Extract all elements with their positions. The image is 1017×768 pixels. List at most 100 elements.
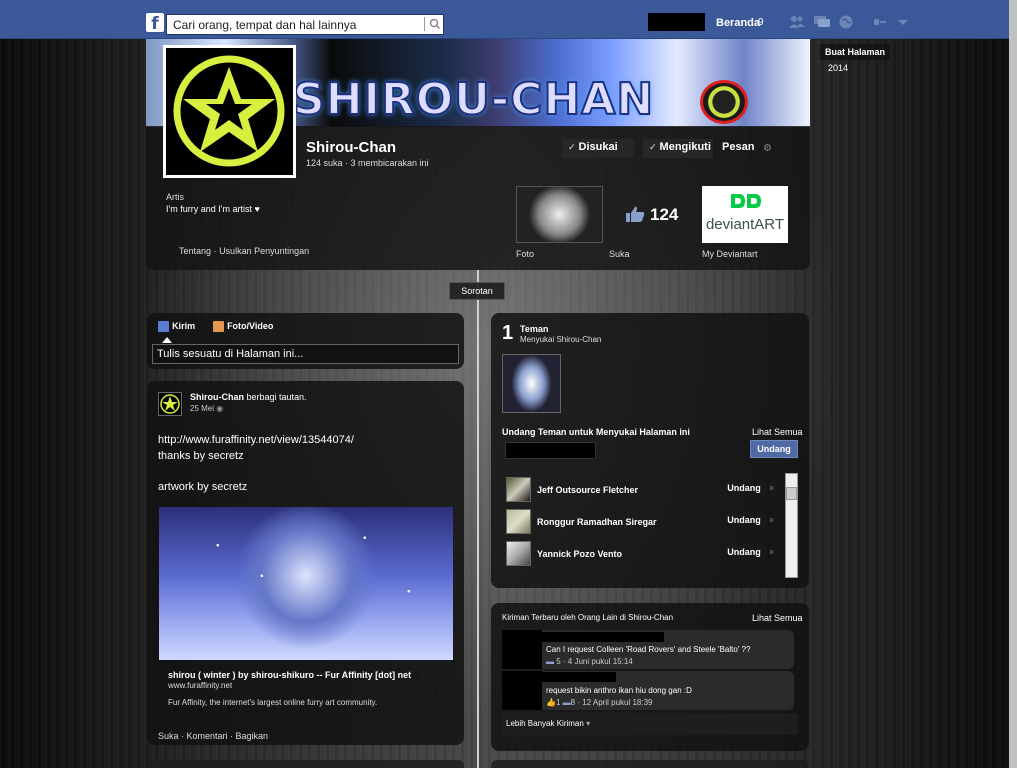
timeline-year[interactable]: 2014 bbox=[828, 63, 848, 73]
post-author-avatar[interactable] bbox=[158, 392, 182, 416]
friend-row-name[interactable]: Jeff Outsource Fletcher bbox=[537, 485, 638, 495]
like-icon: 👍 bbox=[546, 698, 556, 707]
recent-posts-title: Kiriman Terbaru oleh Orang Lain di Shiro… bbox=[502, 613, 674, 622]
invite-button[interactable]: Undang bbox=[750, 440, 798, 458]
about-separator: · bbox=[213, 246, 217, 256]
friend-row-name[interactable]: Yannick Pozo Vento bbox=[537, 549, 622, 559]
profile-picture[interactable] bbox=[163, 45, 296, 178]
camera-icon bbox=[213, 320, 224, 332]
check-icon: ✓ bbox=[649, 142, 657, 152]
photos-thumbnail[interactable] bbox=[516, 186, 603, 243]
photo-video-tab[interactable]: Foto/Video bbox=[213, 320, 273, 332]
settings-gear-icon[interactable]: ⚙ bbox=[763, 143, 772, 154]
liked-button[interactable]: ✓ Disukai bbox=[562, 139, 634, 158]
post-author-name[interactable]: Shirou-Chan bbox=[190, 392, 244, 402]
page-title[interactable]: Shirou-Chan bbox=[306, 139, 396, 156]
friend-avatar[interactable] bbox=[502, 354, 561, 413]
search-input[interactable] bbox=[166, 14, 444, 35]
recent-post-meta: ▬ 5 · 4 Juni pukul 15:14 bbox=[546, 657, 633, 666]
suggest-edit-link[interactable]: Usulkan Penyuntingan bbox=[219, 246, 309, 256]
page-category: Artis bbox=[166, 192, 184, 202]
post-action: berbagi tautan. bbox=[246, 392, 307, 402]
following-button[interactable]: ✓ Mengikuti bbox=[643, 139, 713, 158]
page-stats[interactable]: 124 suka · 3 membicarakan ini bbox=[306, 158, 429, 168]
shared-link-title[interactable]: shirou ( winter ) by shirou-shikuro -- F… bbox=[168, 670, 411, 680]
tab-pointer bbox=[162, 337, 172, 343]
recent-post-meta: 👍1 ▬8 · 12 April pukul 18:39 bbox=[546, 698, 653, 707]
deviantart-app-label[interactable]: My Deviantart bbox=[702, 249, 758, 259]
recent-post-author-redacted[interactable] bbox=[542, 672, 616, 682]
composer-input[interactable]: Tulis sesuatu di Halaman ini... bbox=[152, 344, 459, 364]
message-button[interactable]: Pesan bbox=[716, 139, 758, 158]
pencil-icon bbox=[158, 320, 169, 332]
account-dropdown-icon[interactable] bbox=[896, 14, 914, 30]
dismiss-icon[interactable]: × bbox=[769, 483, 774, 493]
chevron-down-icon: ▾ bbox=[586, 719, 591, 728]
facebook-logo-icon[interactable]: f bbox=[146, 13, 164, 34]
post-text-line: thanks by secretz bbox=[158, 450, 244, 462]
recent-post-avatar-redacted[interactable] bbox=[502, 671, 542, 710]
comment-icon: ▬ bbox=[546, 657, 554, 666]
see-all-invite-link[interactable]: Lihat Semua bbox=[752, 427, 803, 437]
next-post-card-edge bbox=[147, 760, 464, 768]
shared-link-description: Fur Affinity, the internet's largest onl… bbox=[168, 698, 378, 707]
more-posts-link[interactable]: Lebih Banyak Kiriman ▾ bbox=[502, 713, 798, 735]
dismiss-icon[interactable]: × bbox=[769, 547, 774, 557]
search-icon[interactable] bbox=[427, 16, 443, 32]
friend-row-avatar[interactable] bbox=[506, 541, 531, 566]
deviantart-app-thumbnail[interactable]: deviantART bbox=[702, 186, 788, 243]
scrollbar-thumb[interactable] bbox=[786, 487, 797, 500]
recent-post-text: request bikin anthro ikan hiu dong gan :… bbox=[546, 686, 692, 695]
home-count: 9 bbox=[758, 17, 764, 28]
post-date[interactable]: 25 Mei ◉ bbox=[190, 404, 223, 413]
friend-row-name[interactable]: Ronggur Ramadhan Siregar bbox=[537, 517, 657, 527]
recent-post-text: Can I request Colleen 'Road Rovers' and … bbox=[546, 645, 751, 654]
recent-post-author-redacted[interactable] bbox=[542, 632, 664, 642]
friend-invite-button[interactable]: Undang bbox=[723, 511, 765, 529]
recent-post-avatar-redacted[interactable] bbox=[502, 630, 542, 669]
globe-privacy-icon: ◉ bbox=[216, 404, 224, 413]
deviantart-logo-text: deviantART bbox=[705, 216, 785, 233]
thumbs-up-icon bbox=[625, 205, 647, 226]
timeline-divider bbox=[477, 270, 479, 768]
create-page-link[interactable]: Buat Halaman bbox=[820, 44, 891, 60]
search-separator bbox=[424, 17, 425, 31]
post-tab[interactable]: Kirim bbox=[158, 320, 195, 332]
post-text-line[interactable]: http://www.furaffinity.net/view/13544074… bbox=[158, 434, 354, 446]
check-icon: ✓ bbox=[568, 142, 576, 152]
friends-subtitle: Menyukai Shirou-Chan bbox=[520, 335, 602, 344]
friend-invite-button[interactable]: Undang bbox=[723, 479, 765, 497]
post-header: Shirou-Chan berbagi tautan. bbox=[190, 392, 307, 402]
friend-row-avatar[interactable] bbox=[506, 509, 531, 534]
cover-title-art: SHIROU-CHAN bbox=[292, 73, 655, 126]
photos-label[interactable]: Foto bbox=[516, 249, 534, 259]
shared-link-image[interactable] bbox=[159, 507, 453, 660]
window-scrollbar-track[interactable] bbox=[1009, 0, 1017, 768]
deviantart-logo-icon bbox=[702, 192, 788, 215]
friend-requests-icon[interactable] bbox=[788, 14, 806, 30]
likes-label[interactable]: Suka bbox=[609, 249, 630, 259]
page-description: I'm furry and I'm artist ♥ bbox=[166, 204, 260, 214]
home-link[interactable]: Beranda bbox=[716, 17, 760, 29]
friends-count: 1 bbox=[502, 322, 514, 344]
post-text-line: artwork by secretz bbox=[158, 481, 248, 493]
privacy-shortcuts-icon[interactable] bbox=[872, 14, 890, 30]
profile-name-redacted[interactable] bbox=[648, 13, 705, 31]
post-actions[interactable]: Suka · Komentari · Bagikan bbox=[158, 731, 268, 741]
friend-row-avatar[interactable] bbox=[506, 477, 531, 502]
notifications-globe-icon[interactable] bbox=[838, 14, 856, 30]
invite-search-input[interactable] bbox=[505, 442, 596, 459]
likes-count[interactable]: 124 bbox=[650, 205, 678, 225]
messages-icon[interactable] bbox=[813, 14, 831, 30]
cover-seal-emblem bbox=[700, 80, 748, 124]
see-all-recent-link[interactable]: Lihat Semua bbox=[752, 613, 803, 623]
star-emblem-icon bbox=[173, 55, 285, 167]
about-links: Tentang · Usulkan Penyuntingan bbox=[179, 246, 309, 256]
highlights-toggle[interactable]: Sorotan bbox=[449, 282, 505, 300]
dismiss-icon[interactable]: × bbox=[769, 515, 774, 525]
about-link[interactable]: Tentang bbox=[179, 246, 211, 256]
friends-title[interactable]: Teman bbox=[520, 324, 548, 334]
invite-friends-title: Undang Teman untuk Menyukai Halaman ini bbox=[502, 427, 690, 437]
friend-invite-button[interactable]: Undang bbox=[723, 543, 765, 561]
shared-link-domain: www.furaffinity.net bbox=[168, 681, 233, 690]
